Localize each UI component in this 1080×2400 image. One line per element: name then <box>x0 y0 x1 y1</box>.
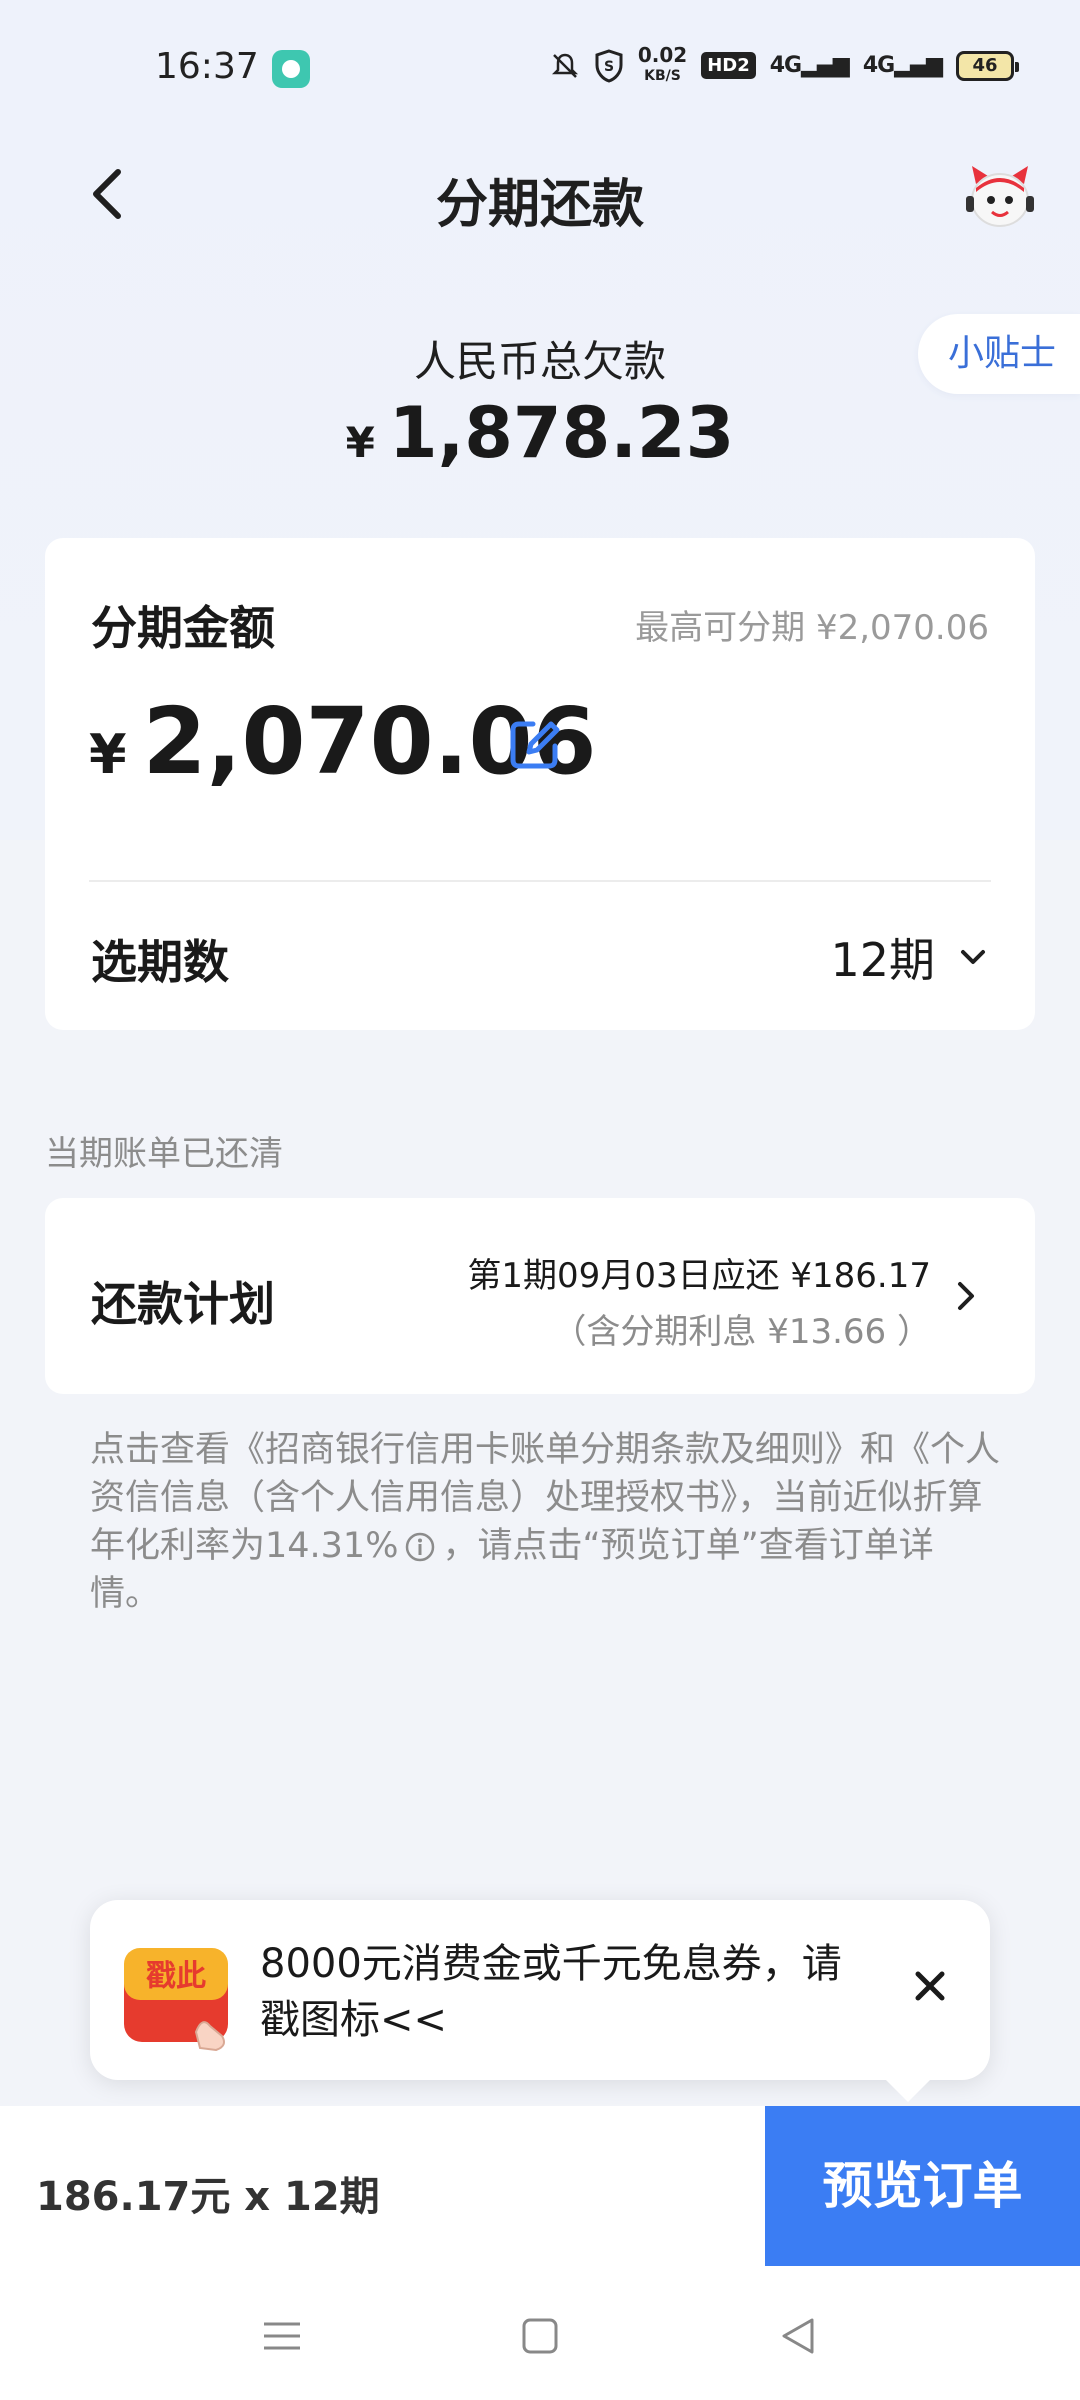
plan-title: 还款计划 <box>91 1277 275 1331</box>
mute-bell-icon <box>551 53 578 78</box>
battery-icon: 46 <box>956 50 1019 81</box>
period-label: 选期数 <box>91 935 229 989</box>
promo-popup[interactable]: 戳此 8000元消费金或千元免息券，请戳图标<< <box>90 1900 990 2102</box>
currency-symbol: ¥ <box>89 723 127 786</box>
status-icons: S 0.02 KB/S HD2 4G▂▄▆ 4G▂▄▆ 46 <box>550 43 1019 85</box>
back-triangle-icon[interactable] <box>768 2306 828 2366</box>
debt-value: 1,878.23 <box>388 392 735 474</box>
red-envelope-icon[interactable]: 戳此 <box>118 1936 238 2056</box>
shield-icon: S <box>595 48 623 83</box>
preview-order-button[interactable]: 预览订单 <box>765 2106 1080 2266</box>
payment-summary: 186.17元 x 12期 <box>36 2174 380 2220</box>
status-time: 16:37 <box>155 46 259 87</box>
chevron-right-icon <box>958 1282 974 1310</box>
edit-icon[interactable] <box>507 716 563 772</box>
total-debt-label: 人民币总欠款 <box>413 337 666 386</box>
notification-app-icon <box>272 50 310 88</box>
period-value: 12期 <box>830 933 935 987</box>
installment-title: 分期金额 <box>91 601 275 655</box>
bill-status-label: 当期账单已还清 <box>45 1134 283 1174</box>
signal-4g-icon-2: 4G▂▄▆ <box>862 53 943 78</box>
svg-text:S: S <box>604 59 614 75</box>
close-icon[interactable] <box>910 1966 950 2006</box>
info-icon[interactable] <box>404 1531 436 1563</box>
repayment-plan-row[interactable]: 还款计划 第1期09月03日应还 ¥186.17 （含分期利息 ¥13.66 ） <box>45 1198 1035 1394</box>
page-title: 分期还款 <box>435 175 644 235</box>
menu-icon[interactable] <box>252 2306 312 2366</box>
terms-notice: 点击查看《招商银行信用卡账单分期条款及细则》和《个人资信信息（含个人信用信息）处… <box>90 1426 1000 1618</box>
status-bar: 16:37 S 0.02 KB/S HD2 4G▂▄▆ 4G▂▄▆ 46 <box>0 0 1080 130</box>
promo-badge-text: 戳此 <box>146 1959 206 1994</box>
system-nav-bar <box>0 2266 1080 2400</box>
signal-label-2: 4G <box>862 53 895 78</box>
chevron-down-icon <box>961 950 985 964</box>
speed-value: 0.02 <box>637 43 688 67</box>
total-debt-amount: ¥1,878.23 <box>0 392 1080 474</box>
plan-interest: （含分期利息 ¥13.66 ） <box>552 1312 931 1352</box>
divider <box>89 880 991 882</box>
header: 分期还款 <box>0 140 1080 250</box>
currency-symbol: ¥ <box>345 418 375 467</box>
network-speed: 0.02 KB/S <box>637 43 688 85</box>
signal-4g-icon: 4G▂▄▆ <box>769 53 850 78</box>
plan-first-payment: 第1期09月03日应还 ¥186.17 <box>467 1256 931 1296</box>
max-installment-label: 最高可分期 ¥2,070.06 <box>635 608 989 648</box>
period-select[interactable]: 12期 <box>830 924 989 990</box>
speed-unit: KB/S <box>644 68 681 84</box>
signal-label: 4G <box>769 53 802 78</box>
home-icon[interactable] <box>510 2306 570 2366</box>
mascot-assistant-icon[interactable] <box>962 162 1038 232</box>
bottom-bar: 186.17元 x 12期 预览订单 <box>0 2106 1080 2266</box>
hd-icon: HD2 <box>701 52 756 79</box>
installment-card: 分期金额 最高可分期 ¥2,070.06 ¥2,070.06 选期数 12期 <box>45 538 1035 1030</box>
promo-text: 8000元消费金或千元免息券，请戳图标<< <box>260 1941 842 2043</box>
